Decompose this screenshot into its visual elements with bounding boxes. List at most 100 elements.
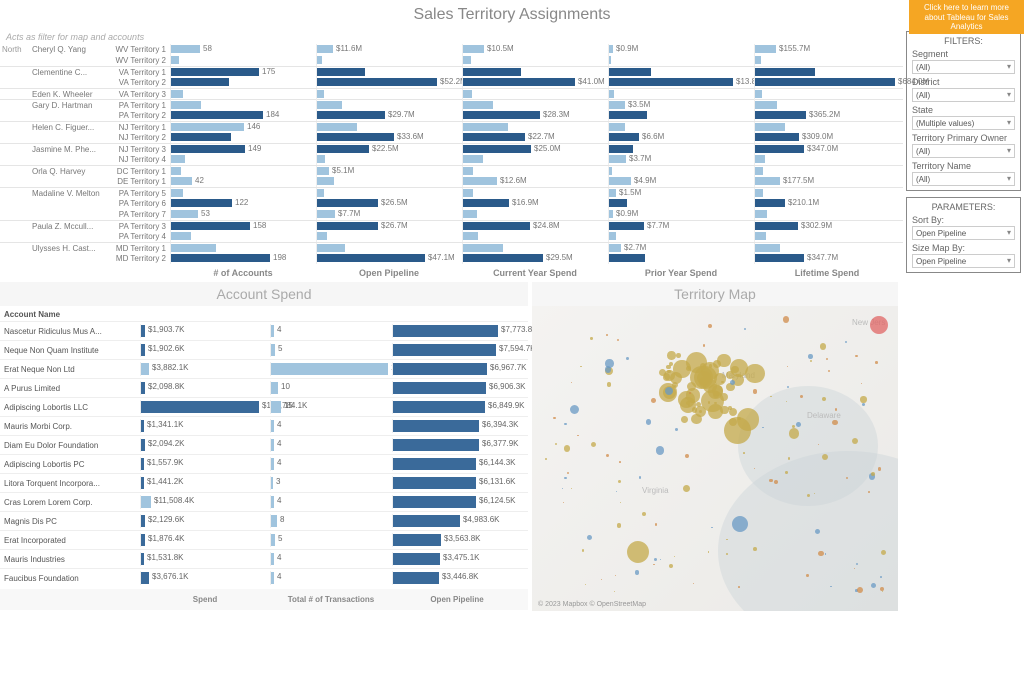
terr-bar[interactable] (170, 154, 316, 165)
map-dot[interactable] (880, 576, 882, 578)
map-dot[interactable] (770, 396, 771, 397)
map-dot[interactable] (620, 502, 621, 503)
terr-bar[interactable]: $7.7M (316, 209, 462, 220)
terr-bar[interactable] (608, 166, 754, 177)
account-row[interactable]: Nascetur Ridiculus Mus A... $1,903.7K 4 … (0, 321, 528, 340)
map-dot[interactable] (815, 529, 820, 534)
terr-bar[interactable]: 198 (170, 253, 316, 264)
map-dot[interactable] (619, 461, 621, 463)
terr-bar[interactable] (462, 122, 608, 133)
territory-column-header[interactable]: Prior Year Spend (608, 268, 754, 278)
terr-bar[interactable] (462, 67, 608, 78)
map-dot[interactable] (711, 527, 712, 528)
terr-bar[interactable] (170, 100, 316, 111)
map-dot[interactable] (857, 587, 863, 593)
param-select-1[interactable]: Open Pipeline (912, 254, 1015, 268)
map-dot[interactable] (635, 570, 639, 574)
map-dot[interactable] (808, 354, 813, 359)
account-row[interactable]: Mauris Industries $1,531.8K 4 $3,475.1K (0, 549, 528, 568)
map-dot[interactable] (618, 480, 621, 483)
territory-row[interactable]: Helen C. Figuer... NJ Territory 1 146 (0, 121, 903, 132)
map-dot[interactable] (845, 341, 847, 343)
terr-bar[interactable]: $47.1M (316, 253, 462, 264)
map-dot[interactable] (683, 485, 690, 492)
map-dot[interactable] (617, 523, 622, 528)
terr-bar[interactable] (608, 231, 754, 242)
terr-bar[interactable] (316, 176, 462, 187)
terr-bar[interactable] (462, 243, 608, 254)
terr-bar[interactable]: 58 (170, 44, 316, 55)
map-dot[interactable] (606, 334, 608, 336)
account-row[interactable]: Diam Eu Dolor Foundation $2,094.2K 4 $6,… (0, 435, 528, 454)
terr-bar[interactable]: $28.3M (462, 110, 608, 121)
map-dot[interactable] (783, 316, 790, 323)
terr-bar[interactable]: $26.7M (316, 221, 462, 232)
filter-select-2[interactable]: (Multiple values) (912, 116, 1015, 130)
terr-bar[interactable]: $3.5M (608, 100, 754, 111)
map-dot[interactable] (724, 417, 751, 444)
territory-row[interactable]: Madaline V. Melton PA Territory 5 $1.5M (0, 187, 903, 198)
map-dot[interactable] (582, 549, 585, 552)
terr-bar[interactable] (754, 231, 900, 242)
map-dot[interactable] (828, 370, 830, 372)
account-row[interactable]: Adipiscing Lobortis LLC $142,784.1K 15 $… (0, 397, 528, 416)
map-dot[interactable] (591, 442, 596, 447)
terr-bar[interactable]: $177.5M (754, 176, 900, 187)
terr-bar[interactable]: $7.7M (608, 221, 754, 232)
terr-bar[interactable]: $13.8M (608, 77, 754, 88)
account-row[interactable]: Erat Incorporated $1,876.4K 5 $3,563.8K (0, 530, 528, 549)
map-dot[interactable] (882, 591, 883, 592)
terr-bar[interactable] (316, 67, 462, 78)
territory-row[interactable]: DE Territory 1 42$12.6M$4.9M$177.5M (0, 176, 903, 187)
account-row[interactable]: Faucibus Foundation $3,676.1K 4 $3,446.8… (0, 568, 528, 587)
map-dot[interactable] (860, 396, 866, 402)
terr-bar[interactable] (608, 67, 754, 78)
terr-bar[interactable] (608, 198, 754, 209)
map-dot[interactable] (732, 516, 748, 532)
filter-select-1[interactable]: (All) (912, 88, 1015, 102)
terr-bar[interactable]: $3.7M (608, 154, 754, 165)
map-dot[interactable] (800, 395, 803, 398)
filter-select-0[interactable]: (All) (912, 60, 1015, 74)
terr-bar[interactable] (316, 154, 462, 165)
map-dot[interactable] (738, 417, 741, 420)
terr-bar[interactable] (316, 231, 462, 242)
terr-bar[interactable] (754, 209, 900, 220)
terr-bar[interactable] (608, 122, 754, 133)
map-dot[interactable] (606, 454, 609, 457)
map-dot[interactable] (655, 523, 657, 525)
map-dot[interactable] (564, 423, 567, 426)
map-dot[interactable] (875, 361, 878, 364)
map-dot[interactable] (712, 385, 722, 395)
map-dot[interactable] (713, 360, 721, 368)
map-dot[interactable] (703, 344, 706, 347)
terr-bar[interactable] (754, 166, 900, 177)
map-dot[interactable] (571, 488, 572, 489)
account-row[interactable]: A Purus Limited $2,098.8K 10 $6,906.3K (0, 378, 528, 397)
map-dot[interactable] (774, 480, 778, 484)
terr-bar[interactable]: $12.6M (462, 176, 608, 187)
terr-bar[interactable]: $365.2M (754, 110, 900, 121)
map-dot[interactable] (726, 553, 728, 555)
terr-bar[interactable] (316, 100, 462, 111)
terr-bar[interactable] (754, 55, 900, 66)
terr-bar[interactable]: $16.9M (462, 198, 608, 209)
terr-bar[interactable] (316, 243, 462, 254)
map-dot[interactable] (570, 405, 580, 415)
terr-bar[interactable] (754, 100, 900, 111)
territory-row[interactable]: WV Territory 2 (0, 55, 903, 66)
map-dot[interactable] (642, 512, 646, 516)
terr-bar[interactable]: 149 (170, 144, 316, 155)
map-dot[interactable] (617, 339, 619, 341)
terr-bar[interactable]: $2.7M (608, 243, 754, 254)
terr-bar[interactable]: $0.9M (608, 209, 754, 220)
map-dot[interactable] (818, 444, 819, 445)
map-dot[interactable] (553, 417, 555, 419)
terr-bar[interactable]: $347.7M (754, 253, 900, 264)
map-dot[interactable] (743, 452, 745, 454)
terr-bar[interactable]: $684.0M (754, 77, 900, 88)
map-dot[interactable] (660, 559, 661, 560)
terr-bar[interactable] (608, 144, 754, 155)
map-dot[interactable] (669, 564, 673, 568)
terr-bar[interactable]: $22.7M (462, 132, 608, 143)
